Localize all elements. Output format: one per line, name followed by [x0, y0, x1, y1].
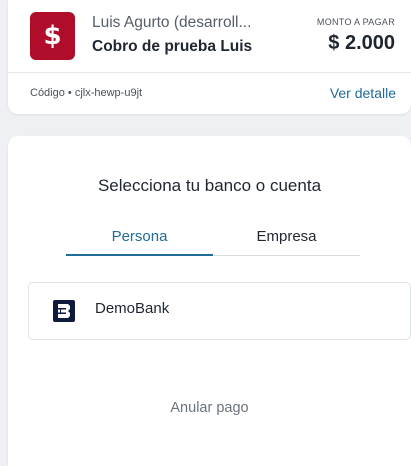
payment-code: Código • cjlx-hewp-u9jt [30, 87, 143, 99]
cancel-payment-button[interactable]: Anular pago [8, 400, 411, 416]
amount-label: MONTO A PAGAR [316, 17, 395, 27]
bank-item-demobank[interactable]: DemoBank [28, 282, 411, 340]
merchant-name: Luis Agurto (desarroll... [92, 14, 252, 31]
page-title: Selecciona tu banco o cuenta [97, 176, 322, 195]
demobank-logo-icon [53, 300, 75, 322]
payment-summary-card: $ Luis Agurto (desarroll... Cobro de pru… [8, 0, 411, 114]
bank-name: DemoBank [95, 300, 170, 317]
view-details-link[interactable]: Ver detalle [330, 85, 396, 101]
bank-selection-card: Selecciona tu banco o cuenta Persona Emp… [8, 136, 411, 466]
tab-persona[interactable]: Persona [66, 224, 213, 256]
tab-empresa[interactable]: Empresa [213, 224, 360, 256]
amount-value: $ 2.000 [328, 32, 395, 54]
payment-description: Cobro de prueba Luis [92, 38, 253, 55]
header-divider [8, 72, 411, 73]
merchant-logo-icon: $ [30, 12, 75, 60]
account-type-tabs: Persona Empresa [66, 224, 360, 256]
